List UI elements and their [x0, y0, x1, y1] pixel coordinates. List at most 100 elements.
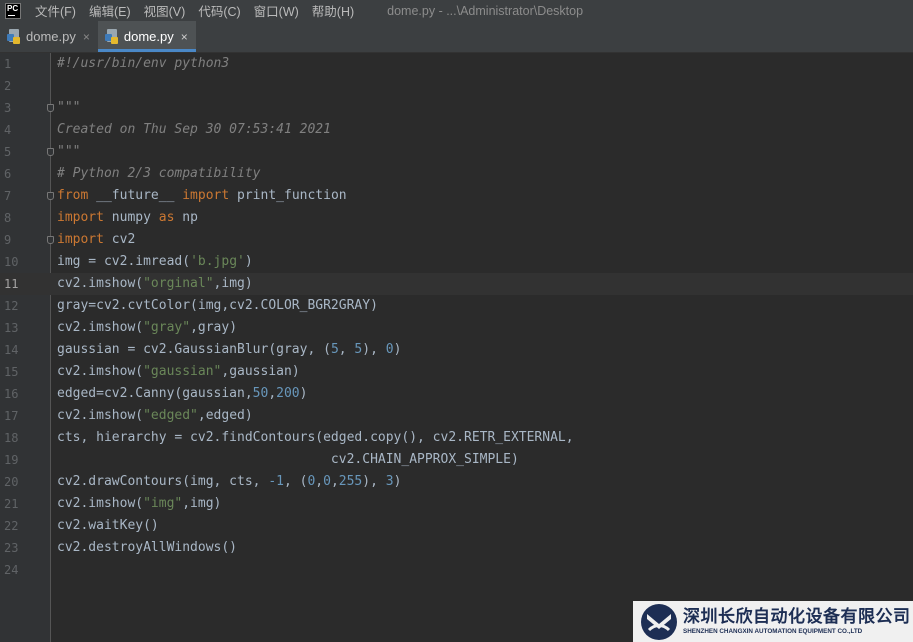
code-line[interactable]: 16 edged=cv2.Canny(gaussian,50,200)	[0, 383, 913, 405]
code-token: edged=cv2.Canny(gaussian,	[57, 386, 253, 401]
code-line[interactable]: 13 cv2.imshow("gray",gray)	[0, 317, 913, 339]
code-line[interactable]: 20 cv2.drawContours(img, cts, -1, (0,0,25…	[0, 471, 913, 493]
code-line[interactable]: 4 Created on Thu Sep 30 07:53:41 2021	[0, 119, 913, 141]
code-token: 0	[323, 474, 331, 489]
code-token: ),	[362, 474, 386, 489]
tab-dome-py-1[interactable]: dome.py ×	[0, 21, 98, 52]
code-token: """	[57, 144, 81, 159]
pycharm-logo-icon[interactable]: PC	[5, 2, 21, 19]
code-token: "orginal"	[143, 276, 214, 291]
code-text: gaussian = cv2.GaussianBlur(gray, (5, 5)…	[57, 339, 401, 361]
close-icon[interactable]: ×	[181, 30, 188, 44]
code-line[interactable]: 5 """	[0, 141, 913, 163]
close-icon[interactable]: ×	[83, 30, 90, 44]
code-token: Created on Thu Sep 30 07:53:41 2021	[57, 122, 331, 137]
code-text: cv2.imshow("gaussian",gaussian)	[57, 361, 300, 383]
line-number: 9	[4, 233, 12, 247]
code-text: Created on Thu Sep 30 07:53:41 2021	[57, 119, 331, 141]
code-line[interactable]: 9 import cv2	[0, 229, 913, 251]
line-number: 20	[4, 475, 19, 489]
code-text: cv2.imshow("orginal",img)	[57, 273, 253, 295]
code-line[interactable]: 6 # Python 2/3 compatibility	[0, 163, 913, 185]
menu-view[interactable]: 视图(V)	[144, 1, 186, 20]
code-line[interactable]: 15 cv2.imshow("gaussian",gaussian)	[0, 361, 913, 383]
code-line[interactable]: 1 #!/usr/bin/env python3	[0, 53, 913, 75]
code-token: cv2.waitKey()	[57, 518, 159, 533]
code-token: ,	[338, 342, 355, 357]
code-token: cv2.imshow(	[57, 364, 144, 379]
code-token: 0	[385, 342, 394, 357]
code-line[interactable]: 17 cv2.imshow("edged",edged)	[0, 405, 913, 427]
python-file-icon	[104, 29, 120, 44]
line-number: 5	[4, 145, 12, 159]
code-text: gray=cv2.cvtColor(img,cv2.COLOR_BGR2GRAY…	[57, 295, 378, 317]
menu-help[interactable]: 帮助(H)	[312, 1, 354, 20]
menu-window[interactable]: 窗口(W)	[254, 1, 299, 20]
code-token: __future__	[96, 188, 183, 203]
code-text: cv2.drawContours(img, cts, -1, (0,0,255)…	[57, 471, 401, 493]
fold-marker-icon[interactable]	[47, 148, 54, 156]
line-number: 12	[4, 299, 19, 313]
code-token: ,	[268, 386, 277, 401]
code-token: #!/usr/bin/env python3	[57, 56, 230, 71]
line-number: 18	[4, 431, 19, 445]
code-token: import	[182, 188, 238, 203]
line-number: 16	[4, 387, 19, 401]
tab-dome-py-2[interactable]: dome.py ×	[97, 21, 196, 52]
code-line[interactable]: 23 cv2.destroyAllWindows()	[0, 537, 913, 559]
line-number: 7	[4, 189, 12, 203]
code-token: )	[393, 342, 402, 357]
code-token: )	[299, 386, 308, 401]
fold-marker-icon[interactable]	[47, 236, 54, 244]
code-token: cv2.drawContours(img, cts,	[57, 474, 269, 489]
code-line[interactable]: 18 cts, hierarchy = cv2.findContours(edge…	[0, 427, 913, 449]
code-token: cv2.imshow(	[57, 320, 144, 335]
code-line[interactable]: 19 cv2.CHAIN_APPROX_SIMPLE)	[0, 449, 913, 471]
code-line[interactable]: 2	[0, 75, 913, 97]
code-token: "gray"	[143, 320, 191, 335]
editor-tab-bar: dome.py × dome.py ×	[0, 21, 913, 53]
menu-file[interactable]: 文件(F)	[35, 1, 76, 20]
code-token: cv2.CHAIN_APPROX_SIMPLE)	[57, 452, 519, 467]
line-number: 11	[4, 277, 19, 291]
code-token: 5	[330, 342, 339, 357]
company-logo-icon	[641, 603, 677, 640]
code-token: print_function	[237, 188, 347, 203]
code-line[interactable]: 10 img = cv2.imread('b.jpg')	[0, 251, 913, 273]
line-number: 15	[4, 365, 19, 379]
code-line[interactable]: 8 import numpy as np	[0, 207, 913, 229]
code-text: cv2.destroyAllWindows()	[57, 537, 237, 559]
code-text: # Python 2/3 compatibility	[57, 163, 261, 185]
code-editor[interactable]: 1 #!/usr/bin/env python3 2 3 """ 4 Created on …	[0, 53, 913, 642]
code-token: 3	[385, 474, 394, 489]
fold-marker-icon[interactable]	[47, 192, 54, 200]
code-token: ,img)	[182, 496, 222, 511]
code-token: )	[393, 474, 402, 489]
code-token: # Python 2/3 compatibility	[57, 166, 261, 181]
line-number: 1	[4, 57, 12, 71]
code-token: -1	[268, 474, 284, 489]
code-line[interactable]: 7 from __future__ import print_function	[0, 185, 913, 207]
code-line[interactable]: 22 cv2.waitKey()	[0, 515, 913, 537]
code-text: from __future__ import print_function	[57, 185, 347, 207]
code-line[interactable]: 3 """	[0, 97, 913, 119]
code-text: #!/usr/bin/env python3	[57, 53, 229, 75]
code-line[interactable]: 11 cv2.imshow("orginal",img)	[0, 273, 913, 295]
code-token: )	[244, 254, 253, 269]
code-token: cv2	[111, 232, 136, 247]
company-name-cn: 深圳长欣自动化设备有限公司	[683, 607, 911, 627]
code-line[interactable]: 12 gray=cv2.cvtColor(img,cv2.COLOR_BGR2GR…	[0, 295, 913, 317]
code-token: ,img)	[213, 276, 253, 291]
code-text: cts, hierarchy = cv2.findContours(edged.…	[57, 427, 574, 449]
menu-code[interactable]: 代码(C)	[198, 1, 240, 20]
line-number: 13	[4, 321, 19, 335]
fold-marker-icon[interactable]	[47, 104, 54, 112]
code-line[interactable]: 24	[0, 559, 913, 581]
code-line[interactable]: 21 cv2.imshow("img",img)	[0, 493, 913, 515]
code-text: """	[57, 141, 80, 163]
code-token: gaussian = cv2.GaussianBlur(gray, (	[57, 342, 331, 357]
code-token: as	[158, 210, 183, 225]
menu-edit[interactable]: 编辑(E)	[89, 1, 131, 20]
code-line[interactable]: 14 gaussian = cv2.GaussianBlur(gray, (5, …	[0, 339, 913, 361]
code-text: cv2.imshow("img",img)	[57, 493, 221, 515]
